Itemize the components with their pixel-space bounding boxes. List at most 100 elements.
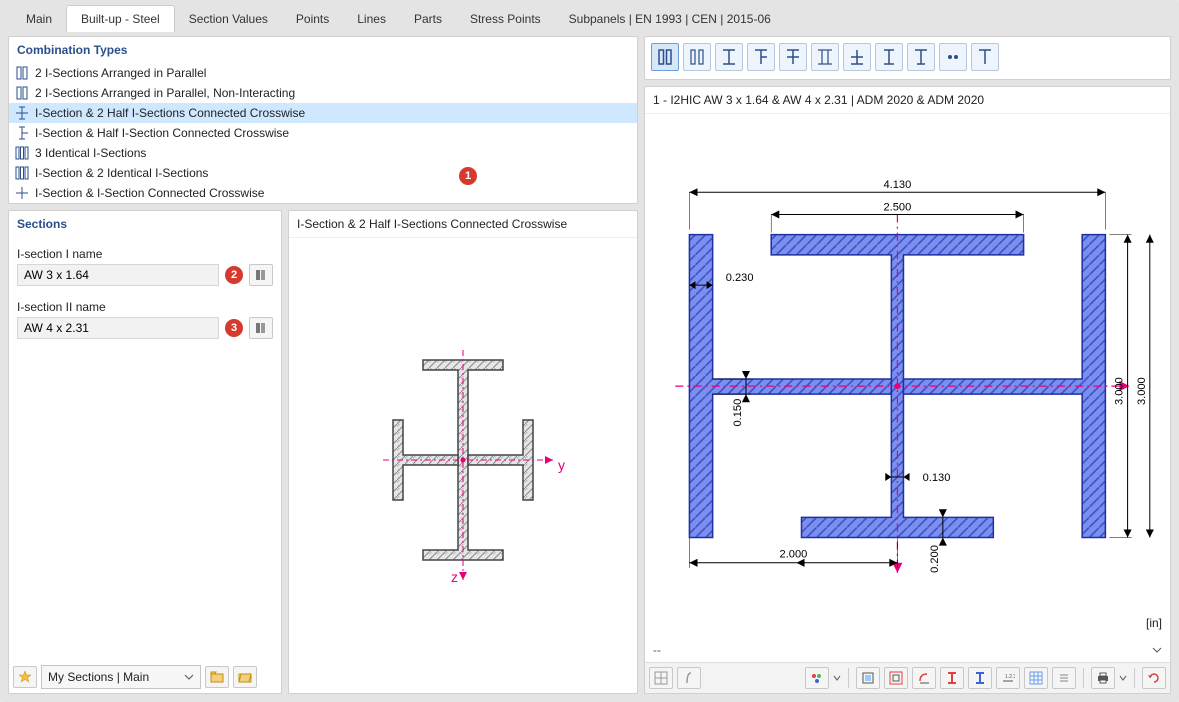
section-type-toolbar: [644, 36, 1171, 80]
tool-type-5[interactable]: [779, 43, 807, 71]
dim-3000a: 3.000: [1114, 377, 1126, 405]
dim-c-button[interactable]: [912, 667, 936, 689]
reset-button[interactable]: [1142, 667, 1166, 689]
tab-stress-points[interactable]: Stress Points: [456, 6, 555, 32]
combo-item[interactable]: I-Section & 2 Half I-Sections Connected …: [9, 103, 637, 123]
dim-4130: 4.130: [884, 179, 912, 191]
grid-button[interactable]: [649, 667, 673, 689]
tool-type-8[interactable]: [875, 43, 903, 71]
tab-builtup-steel[interactable]: Built-up - Steel: [66, 5, 175, 32]
tool-type-2[interactable]: [683, 43, 711, 71]
new-set-button[interactable]: [205, 666, 229, 688]
combo-item[interactable]: 3 Identical I-Sections: [9, 143, 637, 163]
integral-icon: [682, 671, 696, 685]
combo-item[interactable]: I-Section & I-Section Connected Crosswis…: [9, 183, 637, 203]
tool-type-3[interactable]: [715, 43, 743, 71]
section-blue-button[interactable]: [968, 667, 992, 689]
callout-2: 2: [225, 266, 243, 284]
beam-icon: [15, 106, 29, 120]
tab-section-values[interactable]: Section Values: [175, 6, 282, 32]
dim-c-icon: [917, 671, 931, 685]
combo-item-label: 3 Identical I-Sections: [35, 146, 146, 160]
library-button[interactable]: [249, 317, 273, 339]
combo-item-label: I-Section & Half I-Section Connected Cro…: [35, 126, 289, 140]
star-plus-icon: [18, 670, 32, 684]
combo-item-label: I-Section & 2 Identical I-Sections: [35, 166, 208, 180]
chevron-down-icon[interactable]: [1152, 645, 1162, 655]
section-set-value: My Sections | Main: [48, 670, 149, 684]
new-folder-icon: [210, 670, 224, 684]
tab-subpanels[interactable]: Subpanels | EN 1993 | CEN | 2015-06: [555, 6, 785, 32]
reset-icon: [1147, 671, 1161, 685]
tool-type-11[interactable]: [971, 43, 999, 71]
list-icon: [1057, 671, 1071, 685]
printer-icon: [1096, 671, 1110, 685]
i-blue-icon: [973, 671, 987, 685]
drawing-canvas[interactable]: 4.130 2.500 0.230: [645, 114, 1170, 638]
integral-button[interactable]: [677, 667, 701, 689]
preview-canvas: y z: [289, 238, 637, 681]
preview-title: I-Section & 2 Half I-Sections Connected …: [289, 211, 637, 238]
dim-0150: 0.150: [732, 399, 744, 427]
beam-icon: [15, 146, 29, 160]
combination-types-title: Combination Types: [9, 37, 637, 63]
grid-toggle-button[interactable]: [1024, 667, 1048, 689]
section1-input[interactable]: [17, 264, 219, 286]
library-button[interactable]: [249, 264, 273, 286]
z-axis-label: z: [451, 569, 458, 585]
dim-0230: 0.230: [726, 272, 754, 284]
i-red-icon: [945, 671, 959, 685]
sections-panel: Sections I-section I name 2 I-section II…: [8, 210, 282, 694]
tool-type-1[interactable]: [651, 43, 679, 71]
print-button[interactable]: [1091, 667, 1115, 689]
section-red-button[interactable]: [940, 667, 964, 689]
fit-icon: [861, 671, 875, 685]
combination-types-list: 2 I-Sections Arranged in Parallel 2 I-Se…: [9, 63, 637, 203]
dim-2500: 2.500: [884, 201, 912, 213]
colors-button[interactable]: [805, 667, 829, 689]
dropdown-icon[interactable]: [833, 673, 841, 683]
callout-1: 1: [459, 167, 477, 185]
dim-0130: 0.130: [923, 472, 951, 484]
tool-type-6[interactable]: [811, 43, 839, 71]
book-icon: [254, 321, 268, 335]
book-icon: [254, 268, 268, 282]
section1-label: I-section I name: [17, 247, 273, 261]
tool-type-4[interactable]: [747, 43, 775, 71]
combo-item[interactable]: 2 I-Sections Arranged in Parallel: [9, 63, 637, 83]
tool-type-10[interactable]: [939, 43, 967, 71]
dim-3000b: 3.000: [1136, 377, 1148, 405]
dims-icon: 1.2.3: [1001, 671, 1015, 685]
palette-icon: [810, 671, 824, 685]
combo-item-label: 2 I-Sections Arranged in Parallel: [35, 66, 206, 80]
drawing-panel: 1 - I2HIC AW 3 x 1.64 & AW 4 x 2.31 | AD…: [644, 86, 1171, 694]
beam-icon: [15, 126, 29, 140]
section2-input[interactable]: [17, 317, 219, 339]
tab-points[interactable]: Points: [282, 6, 343, 32]
tab-main[interactable]: Main: [12, 6, 66, 32]
combo-item[interactable]: I-Section & Half I-Section Connected Cro…: [9, 123, 637, 143]
tool-type-7[interactable]: [843, 43, 871, 71]
fit-button[interactable]: [856, 667, 880, 689]
extents-button[interactable]: [884, 667, 908, 689]
combo-item[interactable]: 2 I-Sections Arranged in Parallel, Non-I…: [9, 83, 637, 103]
beam-icon: [15, 86, 29, 100]
dropdown-icon[interactable]: [1119, 673, 1127, 683]
extents-icon: [889, 671, 903, 685]
dims-button[interactable]: 1.2.3: [996, 667, 1020, 689]
add-favorite-button[interactable]: [13, 666, 37, 688]
tab-parts[interactable]: Parts: [400, 6, 456, 32]
tool-type-9[interactable]: [907, 43, 935, 71]
combination-types-panel: Combination Types 2 I-Sections Arranged …: [8, 36, 638, 204]
sections-title: Sections: [9, 211, 281, 237]
y-axis-label: y: [558, 457, 565, 473]
open-set-button[interactable]: [233, 666, 257, 688]
chevron-down-icon: [184, 672, 194, 682]
callout-3: 3: [225, 319, 243, 337]
tab-lines[interactable]: Lines: [343, 6, 400, 32]
open-folder-icon: [238, 670, 252, 684]
combo-item-label: I-Section & I-Section Connected Crosswis…: [35, 186, 264, 200]
list-button[interactable]: [1052, 667, 1076, 689]
section-set-select[interactable]: My Sections | Main: [41, 665, 201, 689]
combo-item[interactable]: I-Section & 2 Identical I-Sections: [9, 163, 637, 183]
